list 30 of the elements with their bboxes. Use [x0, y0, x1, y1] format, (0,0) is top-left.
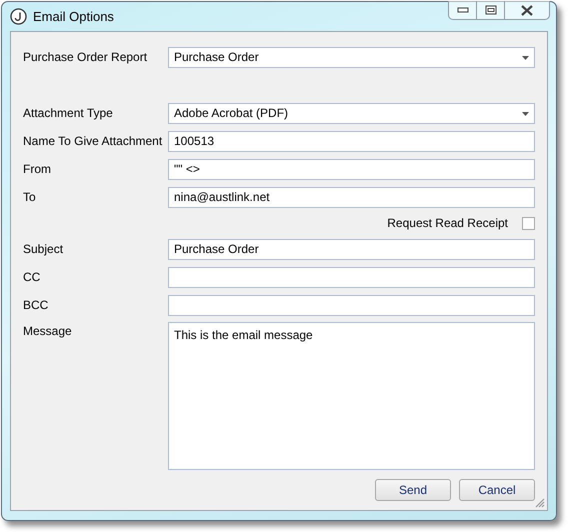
- dialog-button[interactable]: Send: [375, 479, 451, 501]
- resize-grip-icon: [534, 497, 545, 508]
- message-field[interactable]: This is the email message: [168, 322, 535, 470]
- input-field[interactable]: 100513: [168, 130, 535, 152]
- caret-icon: [522, 112, 529, 116]
- input-field[interactable]: nina@austlink.net: [168, 186, 535, 208]
- input-field[interactable]: [168, 294, 535, 316]
- field-label: Message: [23, 323, 73, 340]
- field-label: Attachment Type: [23, 105, 114, 122]
- dropdown[interactable]: Adobe Acrobat (PDF): [168, 102, 535, 124]
- field-label: From: [23, 161, 52, 178]
- input-field[interactable]: "" <>: [168, 158, 535, 180]
- minimize-icon: [456, 7, 468, 13]
- field-label: Subject: [23, 241, 64, 258]
- input-field[interactable]: Purchase Order: [168, 238, 535, 260]
- checkbox[interactable]: [522, 216, 535, 230]
- dropdown[interactable]: Purchase Order: [168, 46, 535, 68]
- caret-icon: [522, 56, 529, 60]
- app-logo-icon: [10, 8, 27, 25]
- dialog-button[interactable]: Cancel: [459, 479, 535, 501]
- field-label: To: [23, 189, 37, 206]
- field-label: Request Read Receipt: [387, 215, 508, 232]
- field-label: CC: [23, 269, 42, 286]
- field-label: Name To Give Attachment: [23, 133, 164, 150]
- window-title: Email Options: [33, 8, 114, 26]
- field-label: Purchase Order Report: [23, 49, 148, 66]
- close-icon: [520, 4, 534, 16]
- maximize-icon: [484, 5, 496, 15]
- input-field[interactable]: [168, 266, 535, 288]
- field-label: BCC: [23, 297, 50, 314]
